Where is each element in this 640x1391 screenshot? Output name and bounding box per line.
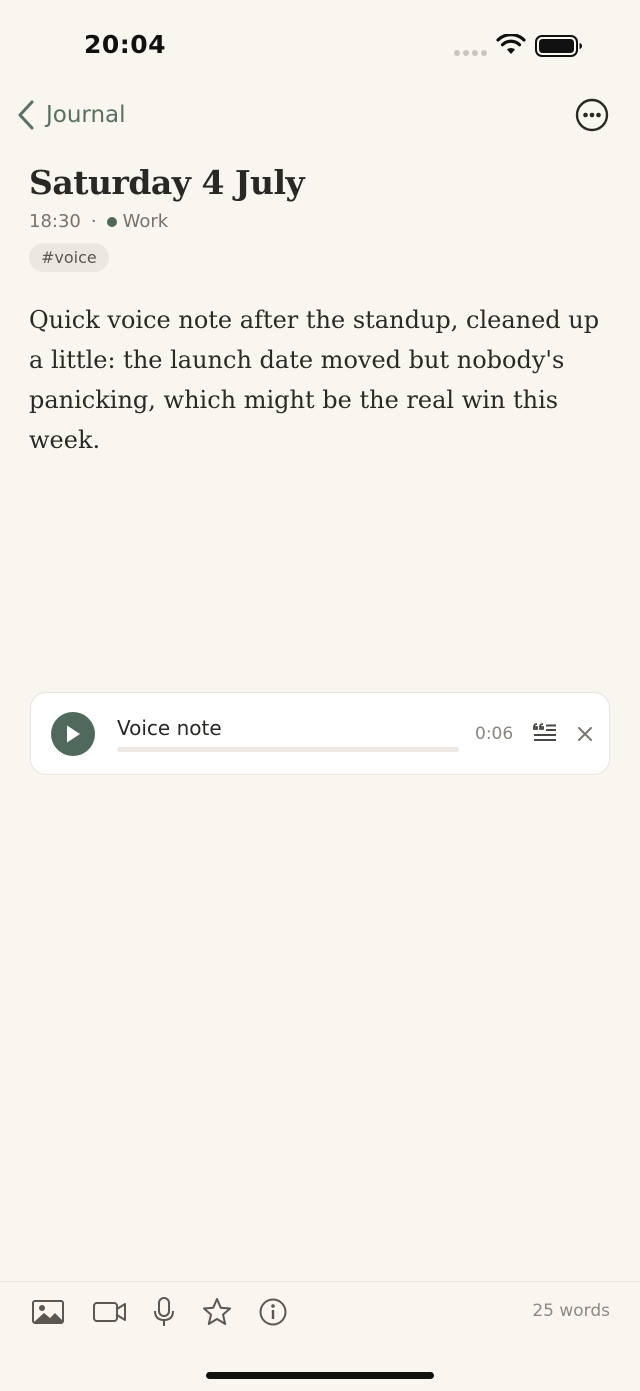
photo-icon: [32, 1300, 64, 1324]
remove-voice-note-button[interactable]: [576, 725, 594, 747]
voice-note-card: Voice note 0:06: [30, 692, 610, 775]
entry-time: 18:30: [29, 211, 81, 232]
meta-separator: ·: [90, 211, 97, 232]
home-indicator: [206, 1372, 434, 1379]
voice-note-duration: 0:06: [475, 724, 514, 744]
info-icon: [259, 1298, 287, 1326]
add-photo-button[interactable]: [31, 1296, 65, 1332]
back-label: Journal: [46, 102, 126, 128]
entry-meta: 18:30 · Work: [29, 211, 168, 232]
entry-info-button[interactable]: [258, 1296, 288, 1332]
entry-screen: 20:04 Journal Saturday 4 July 18:30 · Wo…: [0, 0, 640, 1391]
play-icon: [67, 725, 80, 743]
video-icon: [93, 1302, 126, 1322]
word-count: 25 words: [532, 1301, 610, 1321]
add-video-button[interactable]: [92, 1296, 128, 1332]
star-icon: [203, 1298, 231, 1325]
close-icon: [578, 727, 592, 741]
entry-body[interactable]: Quick voice note after the standup, clea…: [29, 300, 619, 460]
play-button[interactable]: [51, 712, 95, 756]
add-audio-button[interactable]: [152, 1296, 176, 1332]
battery-icon: [535, 35, 582, 57]
voice-note-title: Voice note: [117, 716, 222, 740]
wifi-icon: [496, 34, 526, 54]
entry-title: Saturday 4 July: [29, 163, 305, 202]
tag-chip[interactable]: #voice: [29, 243, 109, 272]
more-options-button[interactable]: [574, 97, 610, 137]
cellular-signal-icon: [454, 50, 487, 56]
journal-color-dot: [106, 216, 117, 227]
journal-name[interactable]: Work: [123, 211, 169, 232]
quote-lines-icon: [533, 723, 556, 741]
microphone-icon: [154, 1297, 174, 1326]
status-time: 20:04: [84, 30, 167, 59]
back-button[interactable]: Journal: [16, 96, 126, 134]
chevron-left-icon: [18, 100, 34, 130]
ellipsis-circle-icon: [575, 98, 609, 132]
transcript-button[interactable]: [532, 722, 558, 750]
voice-note-progress-track[interactable]: [117, 747, 459, 752]
favorite-button[interactable]: [201, 1296, 233, 1332]
